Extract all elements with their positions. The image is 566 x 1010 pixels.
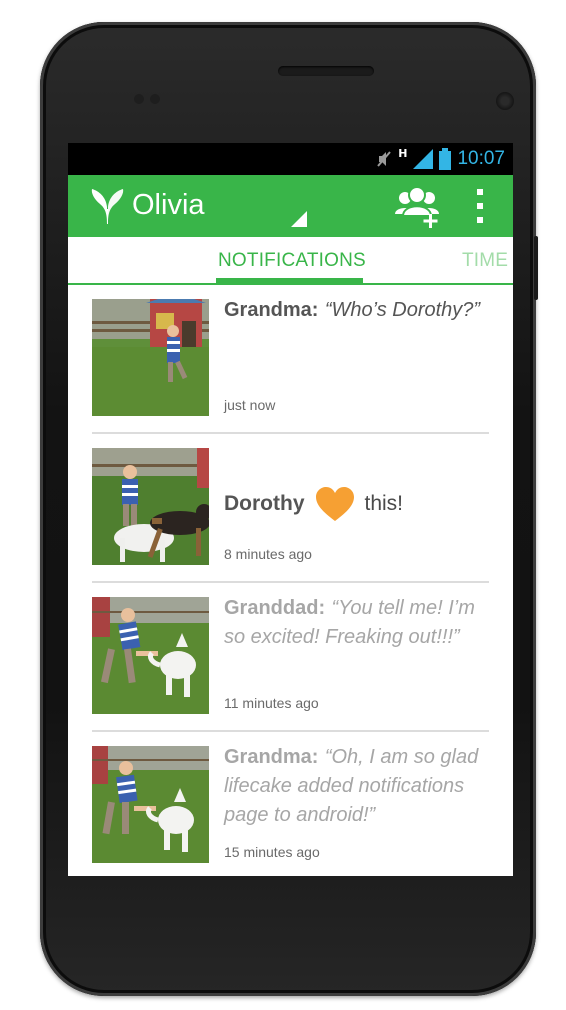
- proximity-sensor: [134, 94, 144, 104]
- timestamp: just now: [224, 397, 276, 413]
- photo-thumbnail[interactable]: [92, 299, 209, 416]
- author-name: Granddad:: [224, 597, 326, 619]
- like-action-text: this!: [364, 492, 404, 515]
- active-tab-indicator: [216, 278, 363, 283]
- network-type: H: [398, 146, 408, 160]
- status-bar: H 10:07: [68, 143, 513, 175]
- list-item[interactable]: Dorothy this! 8 minutes ago: [92, 434, 489, 583]
- list-item[interactable]: Granddad: “You tell me! I’m so excited! …: [92, 583, 489, 732]
- photo-thumbnail[interactable]: [92, 746, 209, 863]
- overflow-menu-icon[interactable]: [470, 189, 490, 223]
- photo-thumbnail[interactable]: [92, 448, 209, 565]
- front-camera: [496, 92, 514, 110]
- signal-icon: [413, 149, 434, 169]
- child-name-title[interactable]: Olivia: [132, 189, 205, 222]
- notification-text: Grandma: “Who’s Dorothy?”: [224, 295, 492, 324]
- battery-icon: [439, 148, 452, 170]
- like-message: Dorothy this!: [224, 486, 403, 522]
- light-sensor: [150, 94, 160, 104]
- notification-list[interactable]: Grandma: “Who’s Dorothy?” just now Dorot…: [68, 285, 513, 876]
- author-name: Grandma:: [224, 746, 319, 768]
- timestamp: 15 minutes ago: [224, 844, 320, 860]
- action-bar: Olivia: [68, 175, 513, 237]
- comment-text: “Who’s Dorothy?”: [324, 299, 481, 321]
- notification-text: Granddad: “You tell me! I’m so excited! …: [224, 593, 492, 651]
- lifecake-logo-icon[interactable]: [88, 187, 126, 225]
- mute-icon: [377, 151, 391, 167]
- dropdown-indicator-icon[interactable]: [291, 211, 307, 227]
- tab-timeline[interactable]: TIME: [462, 250, 508, 272]
- add-family-icon[interactable]: [393, 186, 443, 228]
- power-button[interactable]: [534, 236, 538, 300]
- heart-icon: [315, 487, 354, 521]
- timestamp: 11 minutes ago: [224, 695, 319, 711]
- timestamp: 8 minutes ago: [224, 546, 312, 562]
- notification-text: Grandma: “Oh, I am so glad lifecake adde…: [224, 742, 492, 829]
- author-name: Grandma:: [224, 299, 319, 321]
- tab-notifications[interactable]: NOTIFICATIONS: [218, 250, 366, 272]
- list-item[interactable]: Grandma: “Who’s Dorothy?” just now: [92, 285, 489, 434]
- list-item[interactable]: Grandma: “Oh, I am so glad lifecake adde…: [92, 732, 489, 876]
- author-name: Dorothy: [224, 492, 305, 515]
- photo-thumbnail[interactable]: [92, 597, 209, 714]
- status-clock: 10:07: [457, 148, 505, 169]
- tab-bar: NOTIFICATIONS TIME: [68, 237, 513, 285]
- earpiece-speaker: [278, 66, 374, 76]
- screen: H 10:07 Olivia NOTIFICATIONS TIME Grandm…: [68, 143, 513, 876]
